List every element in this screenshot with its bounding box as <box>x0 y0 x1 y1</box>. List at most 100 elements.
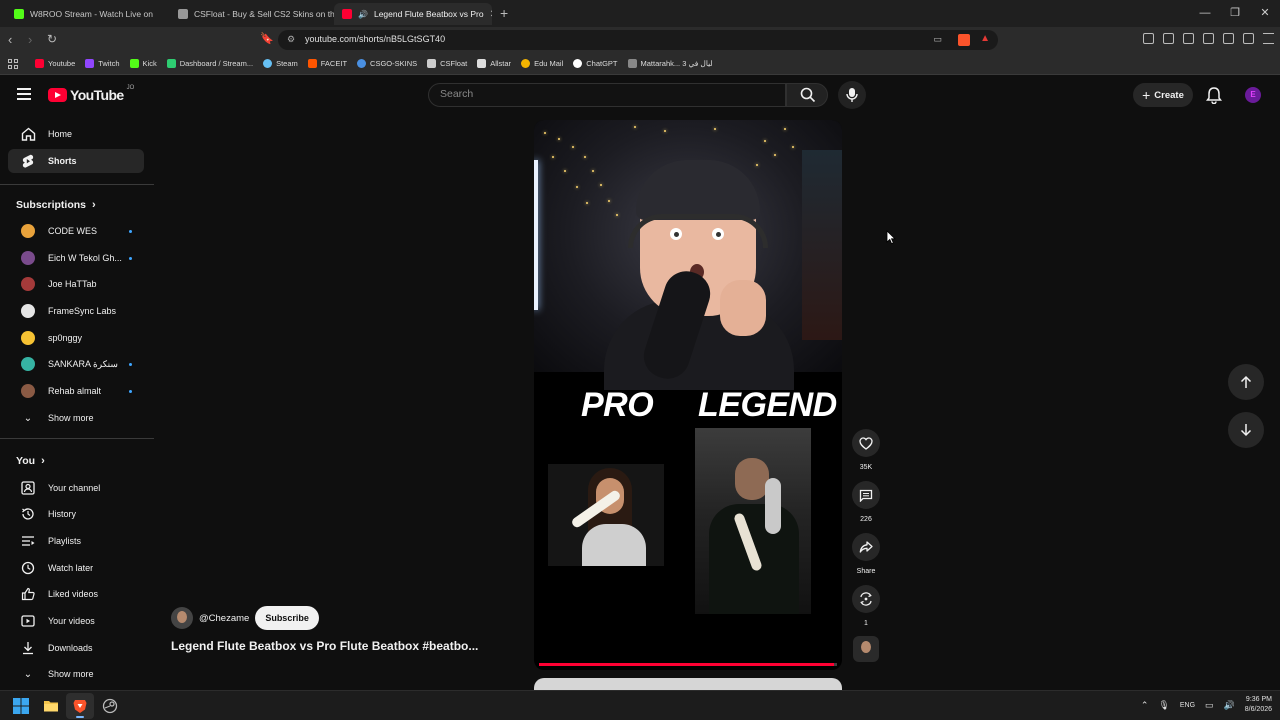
cast-icon[interactable]: ▭ <box>933 34 942 45</box>
sidebar-subscription[interactable]: Eich W Tekol Gh... <box>8 246 144 270</box>
show-hidden-icons-icon[interactable]: ⌃ <box>1141 700 1149 711</box>
next-short-preview[interactable] <box>534 678 842 690</box>
shorts-video-player[interactable]: PRO LEGEND <box>534 120 842 670</box>
browser-tab[interactable]: W8ROO Stream - Watch Live on <box>6 3 166 25</box>
sidebar-subscription[interactable]: FrameSync Labs <box>8 299 144 323</box>
language-indicator[interactable]: ENG <box>1180 702 1195 709</box>
create-button[interactable]: + Create <box>1133 83 1193 107</box>
youtube-logo[interactable]: YouTube JO <box>48 85 134 103</box>
subscription-label: sp0nggy <box>48 333 83 343</box>
sidebar-subscription[interactable]: Rehab almalt <box>8 379 144 403</box>
arrow-up-icon <box>1240 375 1252 388</box>
channel-avatar[interactable] <box>171 607 193 629</box>
bookmark-kick[interactable]: Kick <box>125 59 162 68</box>
background-shelf <box>802 150 842 340</box>
close-tab-icon[interactable]: ✕ <box>490 9 492 20</box>
forward-icon[interactable]: › <box>28 32 32 47</box>
site-info-icon[interactable]: ⚙ <box>287 34 295 45</box>
channel-avatar <box>21 224 35 238</box>
sidebar-item-shorts[interactable]: Shorts <box>8 149 144 173</box>
bookmark-edu-mail[interactable]: Edu Mail <box>516 59 568 68</box>
sidebar-item-watch-later[interactable]: Watch later <box>8 556 144 580</box>
share-button[interactable] <box>852 533 880 561</box>
account-avatar[interactable]: E <box>1245 87 1261 103</box>
vpn-icon[interactable] <box>1243 33 1254 44</box>
brave-rewards-icon[interactable]: ▲ <box>980 33 990 44</box>
remix-button[interactable] <box>852 585 880 613</box>
sidebar-divider <box>0 438 154 439</box>
bookmark-icon[interactable]: 🔖 <box>260 32 274 45</box>
sidebar-subscription[interactable]: CODE WES <box>8 219 144 243</box>
sidebar-show-more[interactable]: ⌄ Show more <box>8 662 144 686</box>
bookmark-faceit[interactable]: FACEIT <box>303 59 352 68</box>
search-box <box>428 83 786 107</box>
search-input[interactable] <box>440 88 770 100</box>
bookmark-chatgpt[interactable]: ChatGPT <box>568 59 622 68</box>
sidebar-item-your-channel[interactable]: Your channel <box>8 476 144 500</box>
video-progress-bar[interactable] <box>539 663 837 666</box>
sidebar-item-downloads[interactable]: Downloads <box>8 636 144 660</box>
menu-hamburger-icon[interactable] <box>17 88 31 103</box>
taskbar-clock[interactable]: 9:36 PM 8/6/2026 <box>1245 695 1272 715</box>
back-icon[interactable]: ‹ <box>8 32 12 47</box>
sidebar-item-liked-videos[interactable]: Liked videos <box>8 582 144 606</box>
maximize-icon[interactable]: ❐ <box>1220 0 1250 27</box>
like-icon <box>8 587 48 601</box>
sound-thumbnail[interactable] <box>853 636 879 662</box>
sidebar-item-history[interactable]: History <box>8 502 144 526</box>
extensions-icon[interactable] <box>1143 33 1154 44</box>
watch-later-icon <box>8 561 48 575</box>
show-more-label: Show more <box>48 669 94 679</box>
previous-short-button[interactable] <box>1228 364 1264 400</box>
sidebar-show-more[interactable]: ⌄ Show more <box>8 406 144 430</box>
brave-shield-icon[interactable] <box>958 34 970 46</box>
bookmark-youtube[interactable]: Youtube <box>30 59 80 68</box>
volume-icon[interactable]: 🔊 <box>1224 700 1235 711</box>
browser-tab[interactable]: CSFloat - Buy & Sell CS2 Skins on the <box>170 3 334 25</box>
sidebar-item-playlists[interactable]: Playlists <box>8 529 144 553</box>
music-icon[interactable] <box>1163 33 1174 44</box>
sidebar-subscription[interactable]: Joe HaTTab <box>8 272 144 296</box>
bookmark-steam[interactable]: Steam <box>258 59 303 68</box>
bookmark-dashboard[interactable]: Dashboard / Stream... <box>162 59 258 68</box>
bookmark-csfloat[interactable]: CSFloat <box>422 59 472 68</box>
windows-start-icon[interactable] <box>13 698 29 714</box>
comments-button[interactable] <box>852 481 880 509</box>
browser-tab-active[interactable]: 🔊 Legend Flute Beatbox vs Pro ✕ <box>334 3 492 25</box>
url-field[interactable]: ⚙ youtube.com/shorts/nB5LGtSGT40 ▭ ▲ <box>278 30 998 50</box>
subscriptions-heading[interactable]: Subscriptions › <box>16 199 96 211</box>
microphone-tray-icon[interactable]: 🎙 <box>1158 700 1169 711</box>
minimize-icon[interactable]: — <box>1190 0 1220 27</box>
search-button[interactable] <box>786 83 828 107</box>
short-title[interactable]: Legend Flute Beatbox vs Pro Flute Beatbo… <box>171 639 478 653</box>
notifications-button[interactable] <box>1206 86 1222 107</box>
sidebar-item-home[interactable]: Home <box>8 122 144 146</box>
network-icon[interactable]: ▭ <box>1205 700 1214 711</box>
subscribe-button[interactable]: Subscribe <box>255 606 319 630</box>
close-window-icon[interactable]: ✕ <box>1250 0 1280 27</box>
channel-name[interactable]: @Chezame <box>199 613 249 624</box>
browser-tab-strip: W8ROO Stream - Watch Live on CSFloat - B… <box>0 0 1280 27</box>
bookmark-twitch[interactable]: Twitch <box>80 59 124 68</box>
next-short-button[interactable] <box>1228 412 1264 448</box>
bookmark-allstar[interactable]: Allstar <box>472 59 516 68</box>
like-button[interactable] <box>852 429 880 457</box>
menu-icon[interactable] <box>1263 33 1274 44</box>
voice-search-button[interactable] <box>838 81 866 109</box>
bookmark-mattarahk[interactable]: Mattarahk... ليال في 3 <box>623 59 718 68</box>
wallet-icon[interactable] <box>1203 33 1214 44</box>
sidebar-toggle-icon[interactable] <box>1183 33 1194 44</box>
sidebar-subscription[interactable]: sp0nggy <box>8 326 144 350</box>
file-explorer-icon[interactable] <box>43 698 59 714</box>
sidebar-subscription[interactable]: SANKARA سنكرة <box>8 352 144 376</box>
toolbar-icons <box>1143 33 1274 44</box>
you-heading[interactable]: You › <box>16 455 45 467</box>
sidebar-item-your-videos[interactable]: Your videos <box>8 609 144 633</box>
apps-icon[interactable] <box>8 58 18 69</box>
steam-app-icon[interactable] <box>102 698 118 714</box>
new-tab-icon[interactable]: + <box>500 5 508 21</box>
ai-icon[interactable] <box>1223 33 1234 44</box>
taskbar-active-app[interactable] <box>66 693 94 719</box>
reload-icon[interactable]: ↻ <box>47 32 57 46</box>
bookmark-csgo-skins[interactable]: CSGO-SKINS <box>352 59 422 68</box>
